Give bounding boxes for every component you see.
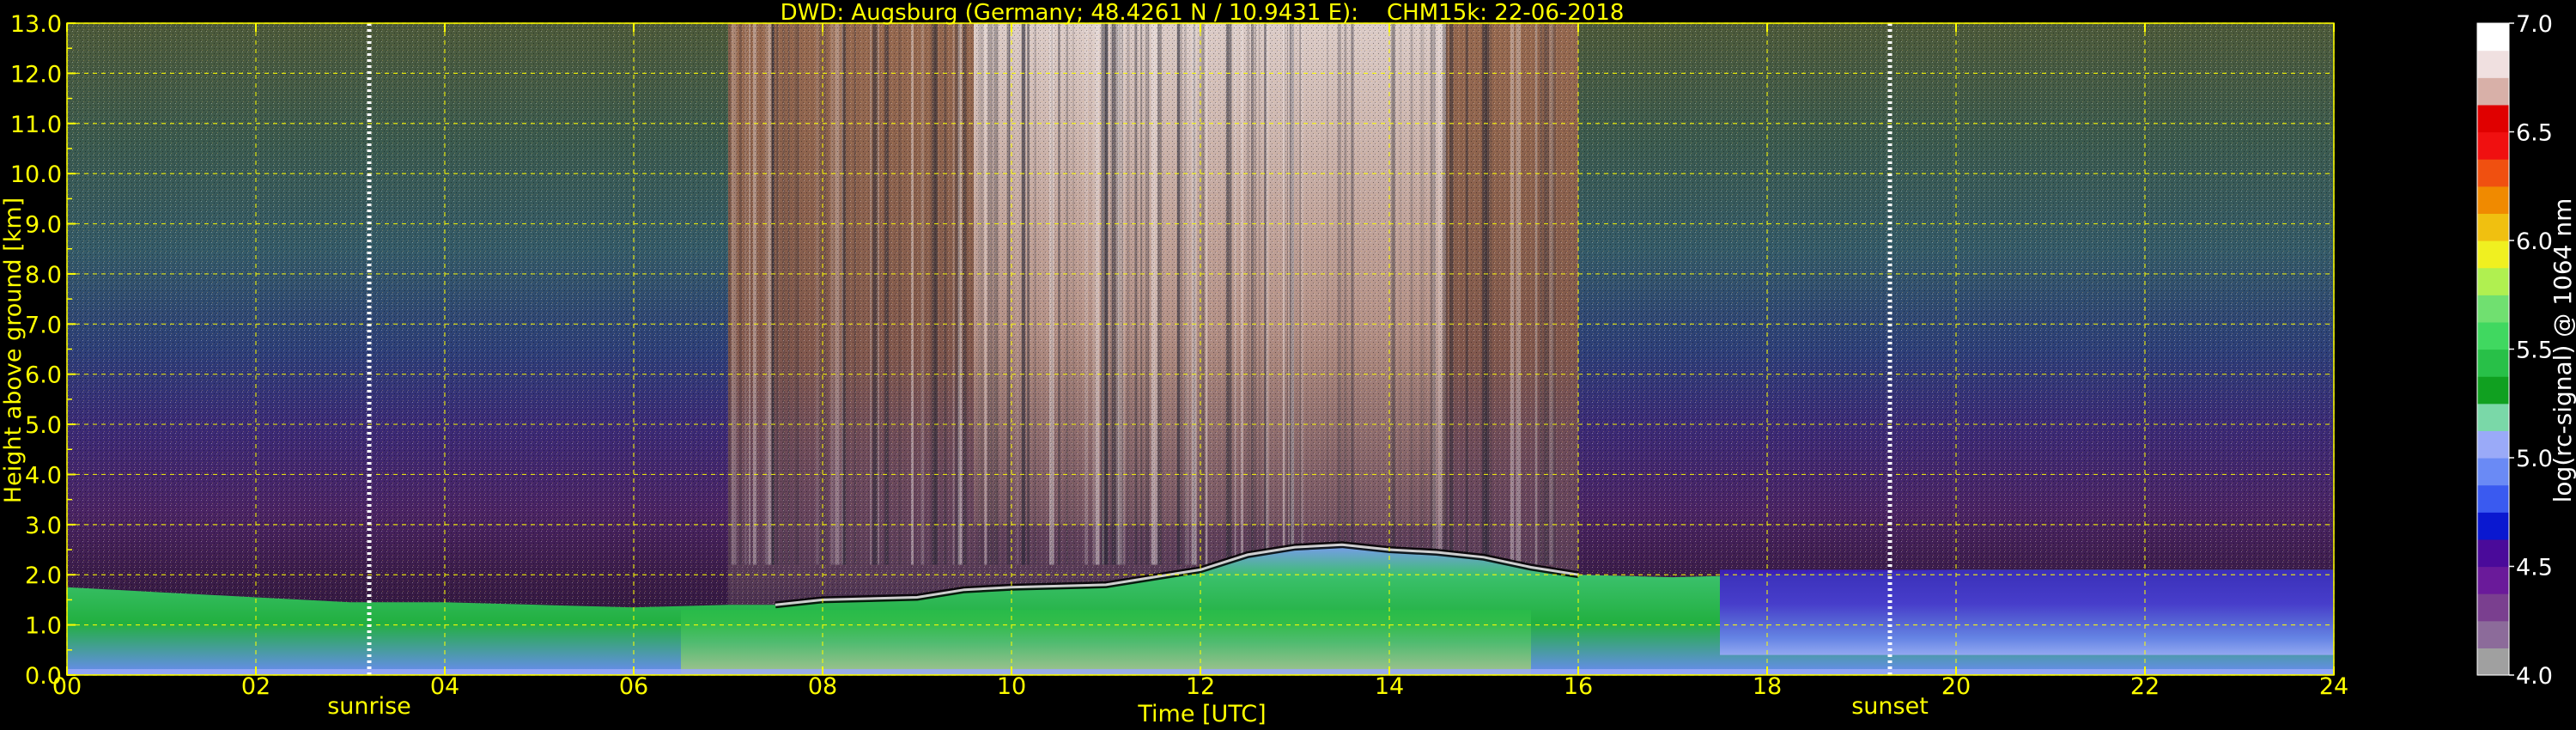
colorbar-segment — [2477, 159, 2509, 187]
colorbar-tick-label: 6.5 — [2516, 120, 2553, 147]
colorbar-tick-label: 5.5 — [2516, 338, 2553, 364]
sunset-label: sunset — [1851, 693, 1929, 720]
colorbar-segment — [2477, 321, 2509, 350]
colorbar-segment — [2477, 376, 2509, 405]
night-aerosol-layer — [1720, 569, 2334, 655]
colorbar-tick-label: 4.5 — [2516, 555, 2553, 581]
x-tick-label: 08 — [808, 673, 837, 700]
y-tick-label: 1.0 — [25, 613, 62, 640]
y-tick-label: 9.0 — [25, 212, 62, 239]
y-tick-label: 4.0 — [25, 462, 62, 489]
colorbar-segment — [2477, 458, 2509, 486]
colorbar-segment — [2477, 23, 2509, 52]
x-tick-label: 12 — [1186, 673, 1215, 700]
y-tick-label: 10.0 — [10, 161, 62, 188]
y-tick-label: 7.0 — [25, 312, 62, 338]
mixing-layer — [681, 610, 1531, 675]
colorbar-tick-label: 6.0 — [2516, 228, 2553, 255]
y-tick-label: 0.0 — [25, 663, 62, 690]
x-tick-label: 10 — [997, 673, 1026, 700]
colorbar-segment — [2477, 295, 2509, 323]
colorbar-segment — [2477, 131, 2509, 160]
y-tick-label: 5.0 — [25, 412, 62, 439]
colorbar-tick-label: 4.0 — [2516, 663, 2553, 690]
x-tick-label: 04 — [430, 673, 459, 700]
colorbar-tick-label: 5.0 — [2516, 446, 2553, 472]
chart-title: DWD: Augsburg (Germany; 48.4261 N / 10.9… — [781, 0, 1625, 26]
colorbar-segment — [2477, 484, 2509, 513]
x-tick-label: 22 — [2130, 673, 2160, 700]
colorbar-segment — [2477, 77, 2509, 106]
x-tick-label: 18 — [1753, 673, 1782, 700]
colorbar-segment — [2477, 566, 2509, 594]
x-tick-label: 06 — [619, 673, 648, 700]
x-axis-label: Time [UTC] — [1137, 701, 1266, 727]
colorbar-segment — [2477, 267, 2509, 295]
y-tick-label: 13.0 — [10, 11, 62, 38]
y-tick-label: 3.0 — [25, 513, 62, 539]
colorbar-segment — [2477, 349, 2509, 377]
colorbar-segment — [2477, 430, 2509, 459]
y-tick-label: 11.0 — [10, 112, 62, 138]
x-tick-label: 16 — [1564, 673, 1593, 700]
colorbar-segment — [2477, 648, 2509, 676]
y-tick-label: 6.0 — [25, 362, 62, 389]
colorbar-tick-label: 7.0 — [2516, 11, 2553, 38]
ceilometer-chart: sunrise sunset 00 02 04 06 08 10 12 14 16 18 20 22 24… — [0, 0, 2576, 727]
colorbar-segment — [2477, 620, 2509, 648]
colorbar-segment — [2477, 593, 2509, 622]
colorbar-segment — [2477, 403, 2509, 431]
colorbar-segment — [2477, 512, 2509, 540]
colorbar-segment — [2477, 213, 2509, 241]
colorbar-segment — [2477, 104, 2509, 133]
y-tick-label: 2.0 — [25, 563, 62, 589]
sunrise-label: sunrise — [327, 693, 411, 720]
colorbar-segment — [2477, 538, 2509, 568]
colorbar-segment — [2477, 186, 2509, 214]
x-tick-label: 02 — [241, 673, 270, 700]
colorbar: 4.0 4.5 5.0 5.5 6.0 6.5 7.0 — [2476, 11, 2553, 690]
colorbar-segment — [2477, 50, 2509, 78]
x-tick-label: 20 — [1941, 673, 1971, 700]
colorbar-label: log(rc-signal) @ 1064 nm — [2549, 198, 2576, 503]
y-tick-label: 8.0 — [25, 262, 62, 289]
y-tick-label: 12.0 — [10, 61, 62, 88]
y-axis-label: Height above ground [km] — [0, 198, 27, 503]
x-tick-label: 24 — [2319, 673, 2348, 700]
x-tick-label: 14 — [1375, 673, 1404, 700]
colorbar-segment — [2477, 240, 2509, 269]
